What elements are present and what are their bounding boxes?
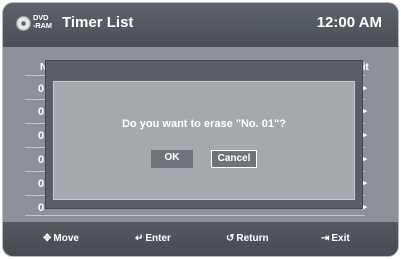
erase-confirm-dialog: Do you want to erase "No. 01"? OK Cancel [53, 81, 355, 200]
disc-icon [16, 16, 31, 31]
exit-hint: ⇥ Exit [321, 233, 350, 244]
row-divider [25, 215, 365, 216]
enter-hint: ↵ Enter [135, 233, 171, 244]
disc-type-label: DVD -RAM [33, 14, 52, 30]
exit-label: Exit [331, 233, 350, 244]
row-number[interactable]: 0 [38, 154, 44, 166]
exit-icon: ⇥ [321, 233, 330, 244]
tv-screen: DVD -RAM Timer List 12:00 AM N lit 0 ▶ 0… [3, 3, 398, 256]
return-label: Return [236, 233, 269, 244]
page-title: Timer List [62, 14, 134, 31]
clock: 12:00 AM [316, 14, 382, 31]
footer-bar: ✥ Move ↵ Enter ↺ Return ⇥ Exit [3, 222, 398, 256]
move-arrows-icon: ✥ [43, 233, 52, 244]
ok-button[interactable]: OK [151, 150, 193, 168]
move-hint: ✥ Move [43, 233, 79, 244]
move-label: Move [53, 233, 79, 244]
return-icon: ↺ [226, 233, 235, 244]
row-number[interactable]: 0 [38, 83, 44, 95]
enter-label: Enter [145, 233, 171, 244]
row-number[interactable]: 0 [38, 178, 44, 190]
header-bar: DVD -RAM Timer List 12:00 AM [3, 3, 398, 47]
row-number[interactable]: 0 [38, 106, 44, 118]
row-number[interactable]: 0 [38, 130, 44, 142]
row-number[interactable]: 0 [38, 202, 44, 214]
cancel-button[interactable]: Cancel [211, 150, 257, 168]
enter-icon: ↵ [135, 233, 144, 244]
return-hint: ↺ Return [226, 233, 269, 244]
disc-type-bottom: -RAM [33, 21, 52, 30]
dialog-message: Do you want to erase "No. 01"? [122, 118, 286, 130]
